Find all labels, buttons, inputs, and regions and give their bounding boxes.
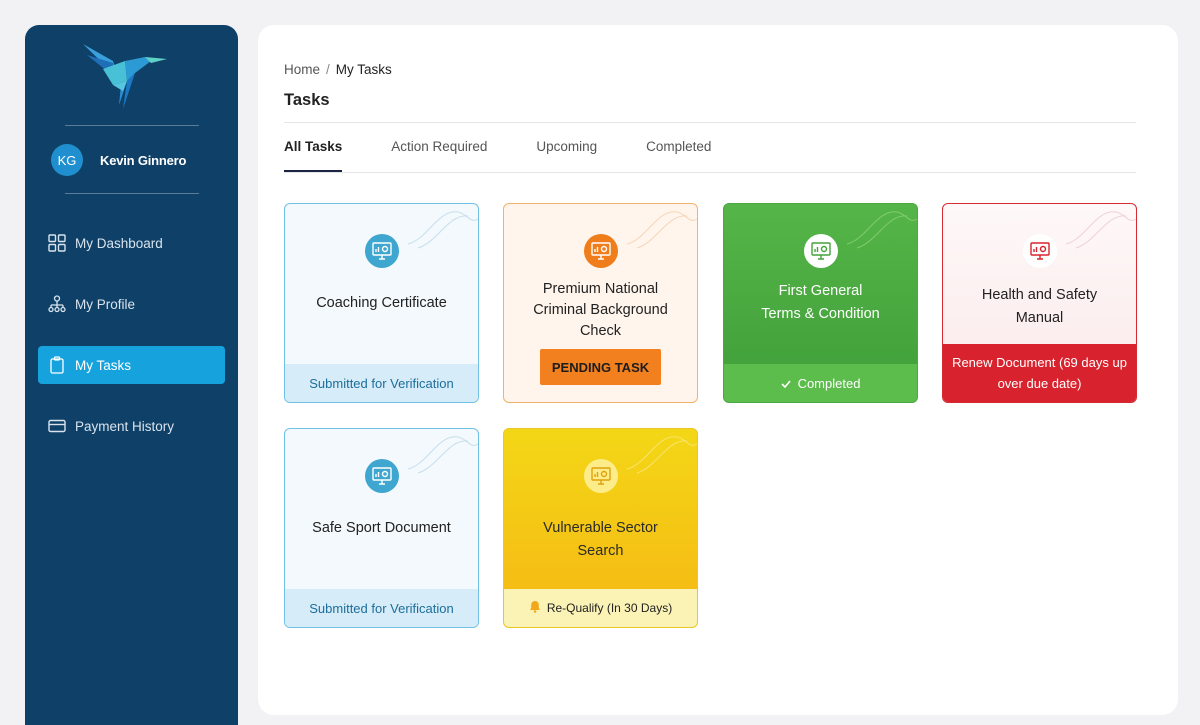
- credit-card-icon: [47, 416, 67, 436]
- breadcrumb: Home / My Tasks: [284, 62, 392, 77]
- decorative-swirl: [1065, 211, 1136, 249]
- card-title-line: Vulnerable Sector: [543, 520, 658, 536]
- bell-icon: [529, 600, 541, 616]
- decorative-swirl: [846, 211, 917, 249]
- user-profile[interactable]: KG Kevin Ginnero: [51, 144, 186, 176]
- card-status-text: Completed: [797, 375, 861, 391]
- tab-all-tasks[interactable]: All Tasks: [284, 139, 343, 173]
- card-title-line: Search: [577, 543, 624, 559]
- org-chart-icon: [47, 294, 67, 314]
- task-tabs: All Tasks Action Required Upcoming Compl…: [284, 139, 760, 173]
- card-status: Submitted for Verification: [285, 364, 478, 402]
- card-title: Premium National Criminal Background Che…: [533, 281, 668, 339]
- breadcrumb-separator: /: [326, 62, 330, 77]
- sidebar-item-payment-history[interactable]: Payment History: [38, 407, 225, 445]
- sidebar-item-label: My Tasks: [75, 357, 132, 373]
- sidebar-divider: [65, 193, 199, 194]
- card-status: Re-Qualify (In 30 Days): [504, 589, 697, 627]
- sidebar-item-my-profile[interactable]: My Profile: [38, 285, 225, 323]
- tab-action-required[interactable]: Action Required: [391, 139, 487, 173]
- sidebar-divider: [65, 125, 199, 126]
- user-name: Kevin Ginnero: [100, 152, 187, 168]
- decorative-swirl: [407, 436, 478, 474]
- check-icon: [780, 376, 791, 391]
- card-status-text: Re-Qualify (In 30 Days): [546, 601, 673, 615]
- task-card-terms-condition[interactable]: First General Terms & Condition Complete…: [723, 203, 918, 403]
- divider: [284, 122, 1136, 123]
- breadcrumb-current: My Tasks: [335, 62, 392, 77]
- breadcrumb-home[interactable]: Home: [284, 62, 320, 77]
- task-card-health-safety-manual[interactable]: Health and Safety Manual Renew Document …: [942, 203, 1137, 403]
- decorative-swirl: [407, 211, 478, 249]
- tab-upcoming[interactable]: Upcoming: [536, 139, 597, 173]
- card-title: Safe Sport Document: [312, 520, 451, 536]
- card-title: Health and Safety Manual: [953, 284, 1126, 330]
- tab-completed[interactable]: Completed: [646, 139, 711, 173]
- card-status: Submitted for Verification: [285, 589, 478, 627]
- pending-task-button[interactable]: PENDING TASK: [540, 349, 661, 385]
- monitor-icon: [583, 234, 618, 268]
- monitor-icon: [583, 459, 618, 493]
- sidebar-item-label: My Profile: [75, 296, 136, 312]
- decorative-swirl: [626, 436, 697, 474]
- divider: [284, 172, 1136, 173]
- main-panel: Home / My Tasks Tasks All Tasks Action Req…: [258, 25, 1178, 715]
- task-card-criminal-background-check[interactable]: Premium National Criminal Background Che…: [503, 203, 698, 403]
- monitor-icon: [364, 234, 399, 268]
- sidebar-item-my-dashboard[interactable]: My Dashboard: [38, 224, 225, 262]
- monitor-icon: [364, 459, 399, 493]
- task-card-safe-sport-document[interactable]: Safe Sport Document Submitted for Verifi…: [284, 428, 479, 628]
- monitor-icon: [803, 234, 838, 268]
- card-title: Coaching Certificate: [316, 295, 447, 311]
- task-card-coaching-certificate[interactable]: Coaching Certificate Submitted for Verif…: [284, 203, 479, 403]
- card-title: Vulnerable Sector Search: [514, 517, 687, 563]
- sidebar: KG Kevin Ginnero My Dashboard My Profile…: [25, 25, 238, 725]
- card-title-line: Manual: [1015, 310, 1064, 326]
- dashboard-icon: [47, 233, 67, 253]
- task-card-vulnerable-sector-search[interactable]: Vulnerable Sector Search Re-Qualify (In …: [503, 428, 698, 628]
- clipboard-icon: [47, 355, 67, 375]
- card-title-line: Terms & Condition: [761, 306, 880, 322]
- decorative-swirl: [626, 211, 697, 249]
- renew-document-status[interactable]: Renew Document (69 days up over due date…: [943, 344, 1136, 402]
- sidebar-item-my-tasks[interactable]: My Tasks: [38, 346, 225, 384]
- card-status: Completed: [724, 364, 917, 402]
- monitor-icon: [1022, 234, 1057, 268]
- sidebar-item-label: Payment History: [75, 418, 175, 434]
- card-title: First General Terms & Condition: [734, 280, 907, 326]
- page-title: Tasks: [284, 91, 330, 109]
- avatar: KG: [51, 144, 83, 176]
- card-title-line: First General: [778, 283, 863, 299]
- hummingbird-logo: [83, 39, 173, 119]
- sidebar-item-label: My Dashboard: [75, 235, 163, 251]
- card-title-line: Health and Safety: [981, 287, 1098, 303]
